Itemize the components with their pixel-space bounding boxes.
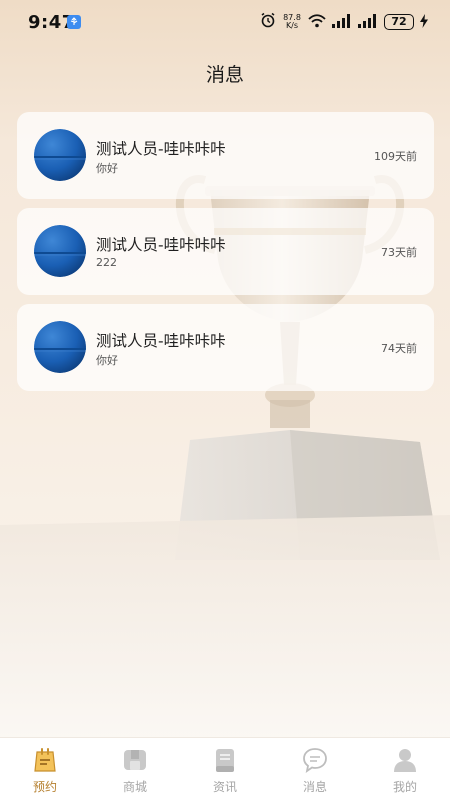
message-preview: 你好 xyxy=(96,354,118,367)
wifi-icon xyxy=(308,13,326,32)
tab-label: 商城 xyxy=(122,780,147,794)
tab-label: 消息 xyxy=(302,780,327,794)
person-icon xyxy=(391,746,419,774)
signal-icon-2 xyxy=(358,13,378,32)
tab-label: 资讯 xyxy=(212,780,237,794)
status-bar: 9:47 87.8 K/s 72 xyxy=(0,0,450,44)
message-item[interactable]: 测试人员-哇咔咔咔 你好 109天前 xyxy=(17,112,434,199)
tab-messages[interactable]: 消息 xyxy=(270,738,360,800)
tab-mall[interactable]: 商城 xyxy=(90,738,180,800)
avatar xyxy=(34,225,86,277)
page-title: 消息 xyxy=(205,64,244,86)
battery-indicator: 72 xyxy=(384,14,414,30)
bottom-tab-bar: 预约 商城 资讯 消息 我的 xyxy=(0,737,450,800)
avatar xyxy=(34,129,86,181)
avatar xyxy=(34,321,86,373)
tab-appointment[interactable]: 预约 xyxy=(0,738,90,800)
tab-label: 我的 xyxy=(392,780,417,794)
network-speed-unit: K/s xyxy=(285,21,299,30)
message-sender-name: 测试人员-哇咔咔咔 xyxy=(96,236,226,254)
news-icon xyxy=(211,746,239,774)
tab-mine[interactable]: 我的 xyxy=(360,738,450,800)
chat-bubble-icon xyxy=(301,746,329,774)
message-item[interactable]: 测试人员-哇咔咔咔 222 73天前 xyxy=(17,208,434,295)
message-preview: 你好 xyxy=(96,162,118,175)
tab-label: 预约 xyxy=(32,780,57,794)
message-sender-name: 测试人员-哇咔咔咔 xyxy=(96,140,226,158)
alarm-icon xyxy=(260,12,276,32)
signal-icon xyxy=(332,13,352,32)
charging-icon xyxy=(420,13,428,32)
network-speed: 87.8 K/s xyxy=(282,14,302,30)
message-list: 测试人员-哇咔咔咔 你好 109天前 测试人员-哇咔咔咔 222 73天前 测试… xyxy=(17,112,434,400)
message-item[interactable]: 测试人员-哇咔咔咔 你好 74天前 xyxy=(17,304,434,391)
tab-news[interactable]: 资讯 xyxy=(180,738,270,800)
message-time: 109天前 xyxy=(374,150,417,163)
usb-icon xyxy=(67,15,81,29)
shop-icon xyxy=(121,746,149,774)
message-time: 74天前 xyxy=(381,342,417,355)
message-time: 73天前 xyxy=(381,246,417,259)
message-preview: 222 xyxy=(96,256,117,269)
calendar-bag-icon xyxy=(31,746,59,774)
message-sender-name: 测试人员-哇咔咔咔 xyxy=(96,332,226,350)
